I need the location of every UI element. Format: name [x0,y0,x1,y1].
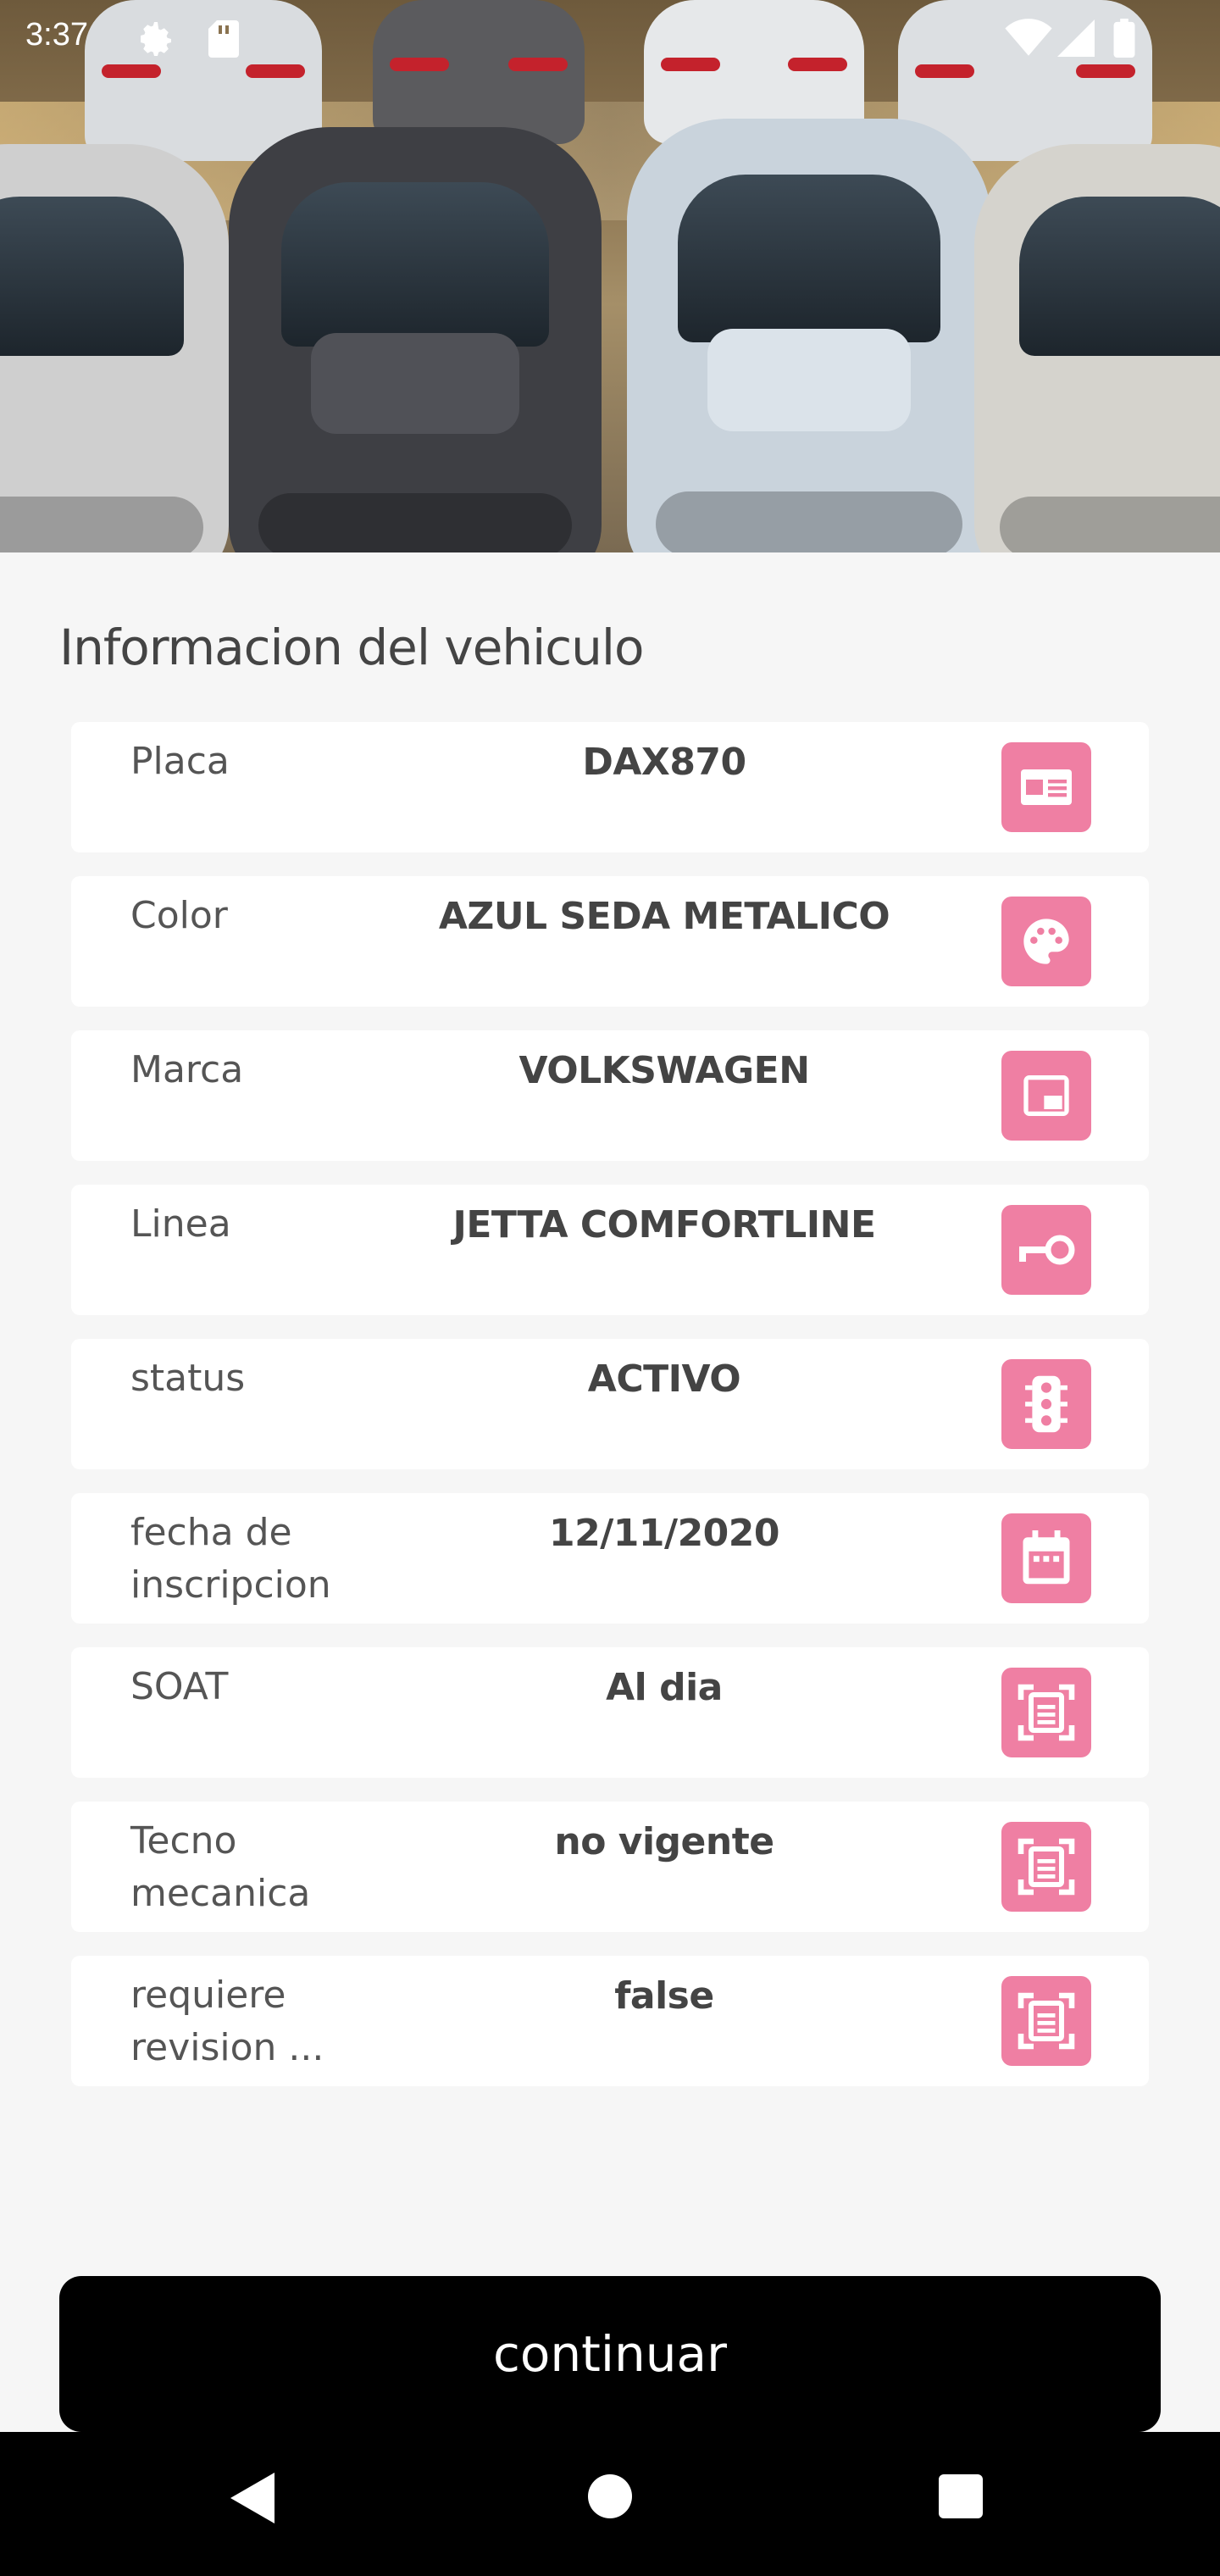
info-row-color: Color AZUL SEDA METALICO [71,876,1149,1007]
traffic-light-icon[interactable] [1001,1359,1091,1449]
palette-icon[interactable] [1001,897,1091,986]
row-value: 12/11/2020 [548,1512,780,1555]
row-label: Tecno mecanica [130,1819,311,1915]
row-label: Linea [130,1202,231,1246]
info-row-requiere-revision: requiere revision ... false [71,1956,1149,2086]
row-label: status [130,1357,246,1400]
hero-car-windshield [678,175,940,342]
hero-car-bumper [0,497,203,552]
info-row-linea: Linea JETTA COMFORTLINE [71,1185,1149,1315]
row-label: SOAT [130,1665,229,1708]
hero-car-hood [707,328,912,431]
hero-car-bumper [258,493,572,552]
hero-car [974,144,1220,552]
picture-in-picture-icon[interactable] [1001,1051,1091,1141]
info-row-tecnomecanica: Tecno mecanica no vigente [71,1802,1149,1932]
settings-icon [136,19,176,63]
info-row-marca: Marca VOLKSWAGEN [71,1030,1149,1161]
document-scan-icon[interactable] [1001,1822,1091,1912]
home-icon[interactable] [588,2474,632,2518]
hero-car-windshield [1019,197,1220,356]
hero-car-bumper [656,491,962,552]
id-card-icon[interactable] [1001,742,1091,832]
row-label: fecha de inscripcion [130,1511,331,1607]
recent-apps-icon[interactable] [939,2474,983,2518]
sd-card-icon [207,19,241,63]
row-value: ACTIVO [587,1357,741,1401]
hero-car-windshield [0,197,184,356]
hero-car [0,144,229,552]
signal-icon [1057,19,1095,61]
row-value: no vigente [554,1820,774,1863]
wifi-icon [1005,19,1052,61]
row-value: DAX870 [582,741,746,784]
hero-car-bumper [1000,497,1220,552]
info-row-fecha: fecha de inscripcion 12/11/2020 [71,1493,1149,1624]
info-row-status: status ACTIVO [71,1339,1149,1469]
row-label: Placa [130,740,230,783]
row-label: requiere revision ... [130,1974,324,2069]
row-value: false [614,1974,714,2018]
hero-image [0,0,1220,552]
info-row-placa: Placa DAX870 [71,722,1149,852]
document-scan-icon[interactable] [1001,1668,1091,1757]
calendar-icon[interactable] [1001,1513,1091,1603]
status-bar: 3:37 [0,0,1220,73]
row-value: Al dia [606,1666,723,1709]
info-row-soat: SOAT Al dia [71,1647,1149,1778]
hero-car [229,127,602,552]
hero-car-hood [310,333,520,434]
row-label: Marca [130,1048,244,1091]
continue-button[interactable]: continuar [59,2276,1161,2432]
row-label: Color [130,894,228,937]
hero-car-windshield [280,181,550,347]
battery-icon [1113,19,1135,61]
hero-car [627,119,991,552]
row-value: AZUL SEDA METALICO [438,895,890,938]
key-icon[interactable] [1001,1205,1091,1295]
page-title: Informacion del vehiculo [59,619,645,676]
row-value: JETTA COMFORTLINE [452,1203,876,1246]
document-scan-icon[interactable] [1001,1976,1091,2066]
row-value: VOLKSWAGEN [518,1049,810,1092]
status-time: 3:37 [25,17,88,53]
navigation-bar [0,2432,1220,2576]
back-icon[interactable] [230,2473,274,2523]
